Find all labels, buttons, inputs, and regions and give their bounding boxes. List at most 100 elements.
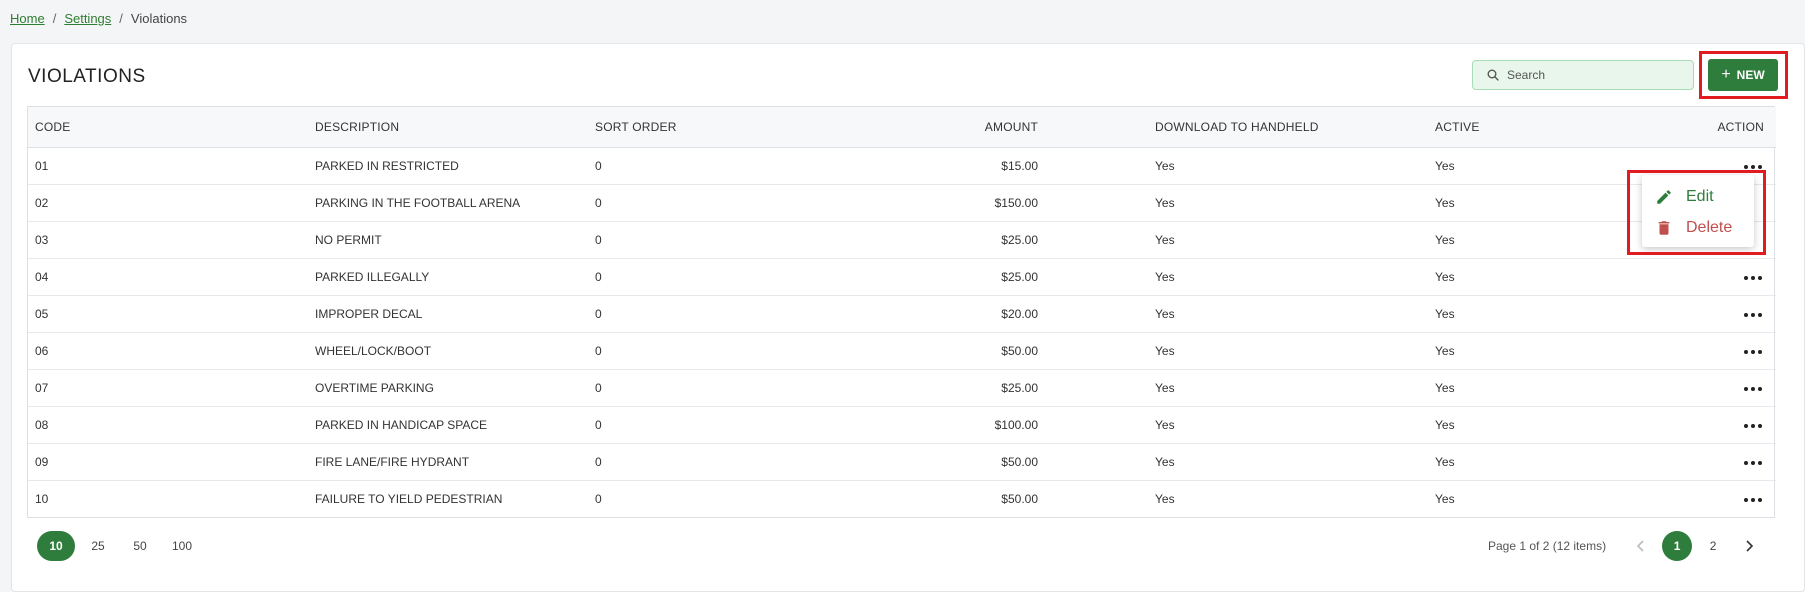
cell-download: Yes bbox=[1155, 491, 1175, 506]
chevron-left-icon[interactable] bbox=[1626, 531, 1656, 561]
cell-active: Yes bbox=[1435, 454, 1455, 469]
column-header-description[interactable]: DESCRIPTION bbox=[308, 107, 588, 148]
more-horizontal-icon[interactable] bbox=[1742, 420, 1764, 432]
cell-amount: $50.00 bbox=[1001, 343, 1038, 358]
page-title: VIOLATIONS bbox=[28, 66, 146, 87]
violations-table: CODE DESCRIPTION SORT ORDER AMOUNT DOWNL… bbox=[27, 106, 1776, 518]
cell-code: 03 bbox=[35, 232, 49, 247]
cell-active: Yes bbox=[1435, 343, 1455, 358]
page-2-button[interactable]: 2 bbox=[1698, 531, 1728, 561]
cell-description: PARKED ILLEGALLY bbox=[315, 269, 430, 284]
breadcrumb-current: Violations bbox=[130, 11, 188, 26]
breadcrumb: Home / Settings / Violations bbox=[10, 11, 187, 26]
delete-menu-item[interactable]: Delete bbox=[1642, 212, 1754, 243]
chevron-right-icon[interactable] bbox=[1734, 531, 1764, 561]
cell-description: OVERTIME PARKING bbox=[315, 380, 434, 395]
delete-label: Delete bbox=[1686, 218, 1733, 236]
cell-amount: $25.00 bbox=[1001, 380, 1038, 395]
table-row: 07 OVERTIME PARKING 0 $25.00 Yes Yes bbox=[28, 369, 1776, 406]
cell-active: Yes bbox=[1435, 491, 1455, 506]
table-row: 08 PARKED IN HANDICAP SPACE 0 $100.00 Ye… bbox=[28, 406, 1776, 443]
cell-amount: $25.00 bbox=[1001, 269, 1038, 284]
cell-download: Yes bbox=[1155, 195, 1175, 210]
table-row: 01 PARKED IN RESTRICTED 0 $15.00 Yes Yes bbox=[28, 147, 1776, 184]
search-input[interactable] bbox=[1507, 68, 1677, 82]
table-row: 02 PARKING IN THE FOOTBALL ARENA 0 $150.… bbox=[28, 184, 1776, 221]
cell-action bbox=[1708, 295, 1776, 332]
cell-code: 01 bbox=[35, 158, 49, 173]
cell-code: 07 bbox=[35, 380, 49, 395]
page-info: Page 1 of 2 (12 items) bbox=[1488, 539, 1607, 553]
cell-active: Yes bbox=[1435, 380, 1455, 395]
cell-amount: $50.00 bbox=[1001, 454, 1038, 469]
column-header-amount[interactable]: AMOUNT bbox=[868, 107, 1148, 148]
cell-download: Yes bbox=[1155, 158, 1175, 173]
cell-sort-order: 0 bbox=[595, 491, 602, 506]
cell-sort-order: 0 bbox=[595, 417, 602, 432]
breadcrumb-settings-link[interactable]: Settings bbox=[64, 11, 111, 26]
cell-action bbox=[1708, 443, 1776, 480]
table-row: 10 FAILURE TO YIELD PEDESTRIAN 0 $50.00 … bbox=[28, 480, 1776, 517]
more-horizontal-icon[interactable] bbox=[1742, 346, 1764, 358]
page-size-50[interactable]: 50 bbox=[121, 531, 159, 561]
edit-menu-item[interactable]: Edit bbox=[1642, 181, 1754, 212]
cell-description: PARKED IN HANDICAP SPACE bbox=[315, 417, 488, 432]
cell-sort-order: 0 bbox=[595, 343, 602, 358]
cell-description: PARKED IN RESTRICTED bbox=[315, 158, 459, 173]
page-1-button[interactable]: 1 bbox=[1662, 531, 1693, 561]
page-size-10[interactable]: 10 bbox=[37, 531, 75, 561]
cell-action bbox=[1708, 369, 1776, 406]
breadcrumb-separator: / bbox=[119, 11, 123, 26]
more-horizontal-icon[interactable] bbox=[1742, 494, 1764, 506]
table-row: 05 IMPROPER DECAL 0 $20.00 Yes Yes bbox=[28, 295, 1776, 332]
cell-amount: $20.00 bbox=[1001, 306, 1038, 321]
pagination: Page 1 of 2 (12 items) 1 2 bbox=[1488, 531, 1764, 561]
cell-code: 10 bbox=[35, 491, 49, 506]
new-button-label: NEW bbox=[1736, 68, 1765, 82]
cell-amount: $15.00 bbox=[1001, 158, 1038, 173]
cell-download: Yes bbox=[1155, 269, 1175, 284]
cell-action bbox=[1708, 332, 1776, 369]
cell-sort-order: 0 bbox=[595, 158, 602, 173]
column-header-code[interactable]: CODE bbox=[28, 107, 308, 148]
pencil-icon bbox=[1657, 189, 1671, 204]
cell-amount: $50.00 bbox=[1001, 491, 1038, 506]
cell-active: Yes bbox=[1435, 269, 1455, 284]
cell-description: WHEEL/LOCK/BOOT bbox=[315, 343, 432, 358]
cell-amount: $25.00 bbox=[1001, 232, 1038, 247]
table-row: 03 NO PERMIT 0 $25.00 Yes Yes bbox=[28, 221, 1776, 258]
search-icon bbox=[1487, 69, 1499, 81]
breadcrumb-home-link[interactable]: Home bbox=[10, 11, 45, 26]
more-horizontal-icon[interactable] bbox=[1742, 161, 1764, 173]
table-row: 06 WHEEL/LOCK/BOOT 0 $50.00 Yes Yes bbox=[28, 332, 1776, 369]
cell-description: FIRE LANE/FIRE HYDRANT bbox=[315, 454, 470, 469]
more-horizontal-icon[interactable] bbox=[1742, 457, 1764, 469]
more-horizontal-icon[interactable] bbox=[1742, 383, 1764, 395]
search-box[interactable] bbox=[1472, 60, 1694, 90]
cell-sort-order: 0 bbox=[595, 232, 602, 247]
breadcrumb-separator: / bbox=[52, 11, 57, 26]
cell-code: 08 bbox=[35, 417, 49, 432]
page-size-25[interactable]: 25 bbox=[79, 531, 117, 561]
more-horizontal-icon[interactable] bbox=[1742, 309, 1764, 321]
cell-download: Yes bbox=[1155, 343, 1175, 358]
cell-active: Yes bbox=[1435, 417, 1455, 432]
cell-sort-order: 0 bbox=[595, 269, 602, 284]
cell-download: Yes bbox=[1155, 232, 1175, 247]
cell-download: Yes bbox=[1155, 380, 1175, 395]
cell-amount: $100.00 bbox=[994, 417, 1038, 432]
table-row: 09 FIRE LANE/FIRE HYDRANT 0 $50.00 Yes Y… bbox=[28, 443, 1776, 480]
column-header-sort-order[interactable]: SORT ORDER bbox=[588, 107, 868, 148]
column-header-active[interactable]: ACTIVE bbox=[1428, 107, 1708, 148]
cell-active: Yes bbox=[1435, 306, 1455, 321]
cell-sort-order: 0 bbox=[595, 380, 602, 395]
more-horizontal-icon[interactable] bbox=[1742, 272, 1764, 284]
new-button[interactable]: + NEW bbox=[1708, 59, 1778, 91]
column-header-download[interactable]: DOWNLOAD TO HANDHELD bbox=[1148, 107, 1428, 148]
page-size-100[interactable]: 100 bbox=[163, 531, 201, 561]
cell-description: IMPROPER DECAL bbox=[315, 306, 423, 321]
cell-description: PARKING IN THE FOOTBALL ARENA bbox=[315, 195, 521, 210]
plus-icon: + bbox=[1721, 66, 1731, 83]
table-row: 04 PARKED ILLEGALLY 0 $25.00 Yes Yes bbox=[28, 258, 1776, 295]
violations-card: VIOLATIONS + NEW CODE DESCRIPTION SORT O… bbox=[11, 43, 1805, 592]
